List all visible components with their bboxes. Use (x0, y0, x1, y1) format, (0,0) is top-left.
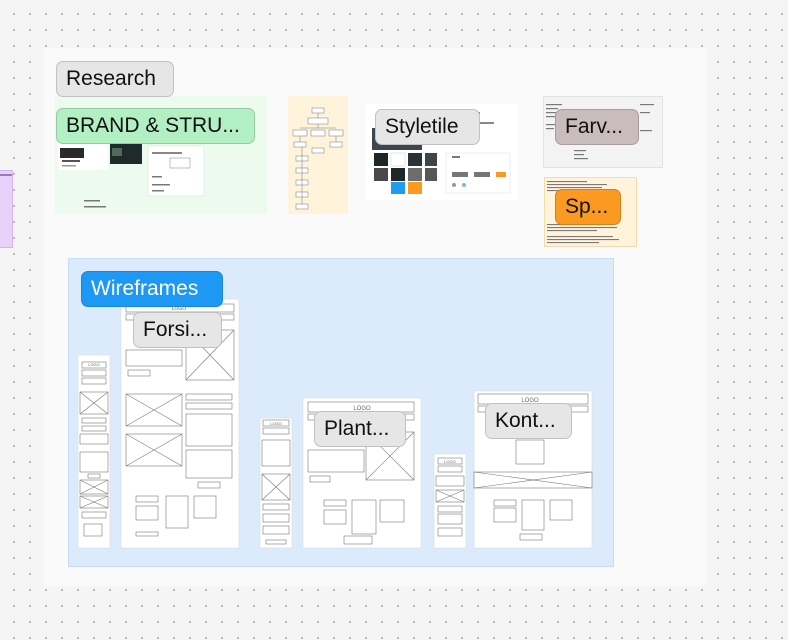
wireframe-mobile-3-logo: LOGO (444, 459, 456, 464)
brand-section-label[interactable]: BRAND & STRU... (56, 108, 255, 144)
brand-thumbnail (58, 142, 205, 208)
styletile-section-label[interactable]: Styletile (375, 109, 480, 145)
research-section-label[interactable]: Research (56, 61, 174, 97)
forsi-section-label[interactable]: Forsi... (133, 312, 222, 348)
kont-section-label[interactable]: Kont... (485, 403, 572, 439)
wireframe-mobile-2-logo: LOGO (270, 421, 282, 426)
wireframe-mobile-3 (433, 453, 467, 549)
wireframe-mobile-2 (259, 417, 293, 549)
wireframe-mobile-1-logo: LOGO (88, 362, 100, 367)
wireframes-section-label[interactable]: Wireframes (81, 271, 223, 307)
sp-section-label[interactable]: Sp... (555, 189, 621, 225)
wireframe-mobile-1 (77, 354, 111, 549)
plant-section-label[interactable]: Plant... (314, 411, 406, 447)
farv-section-label[interactable]: Farv... (555, 109, 639, 145)
sitemap-flowchart (292, 107, 344, 210)
